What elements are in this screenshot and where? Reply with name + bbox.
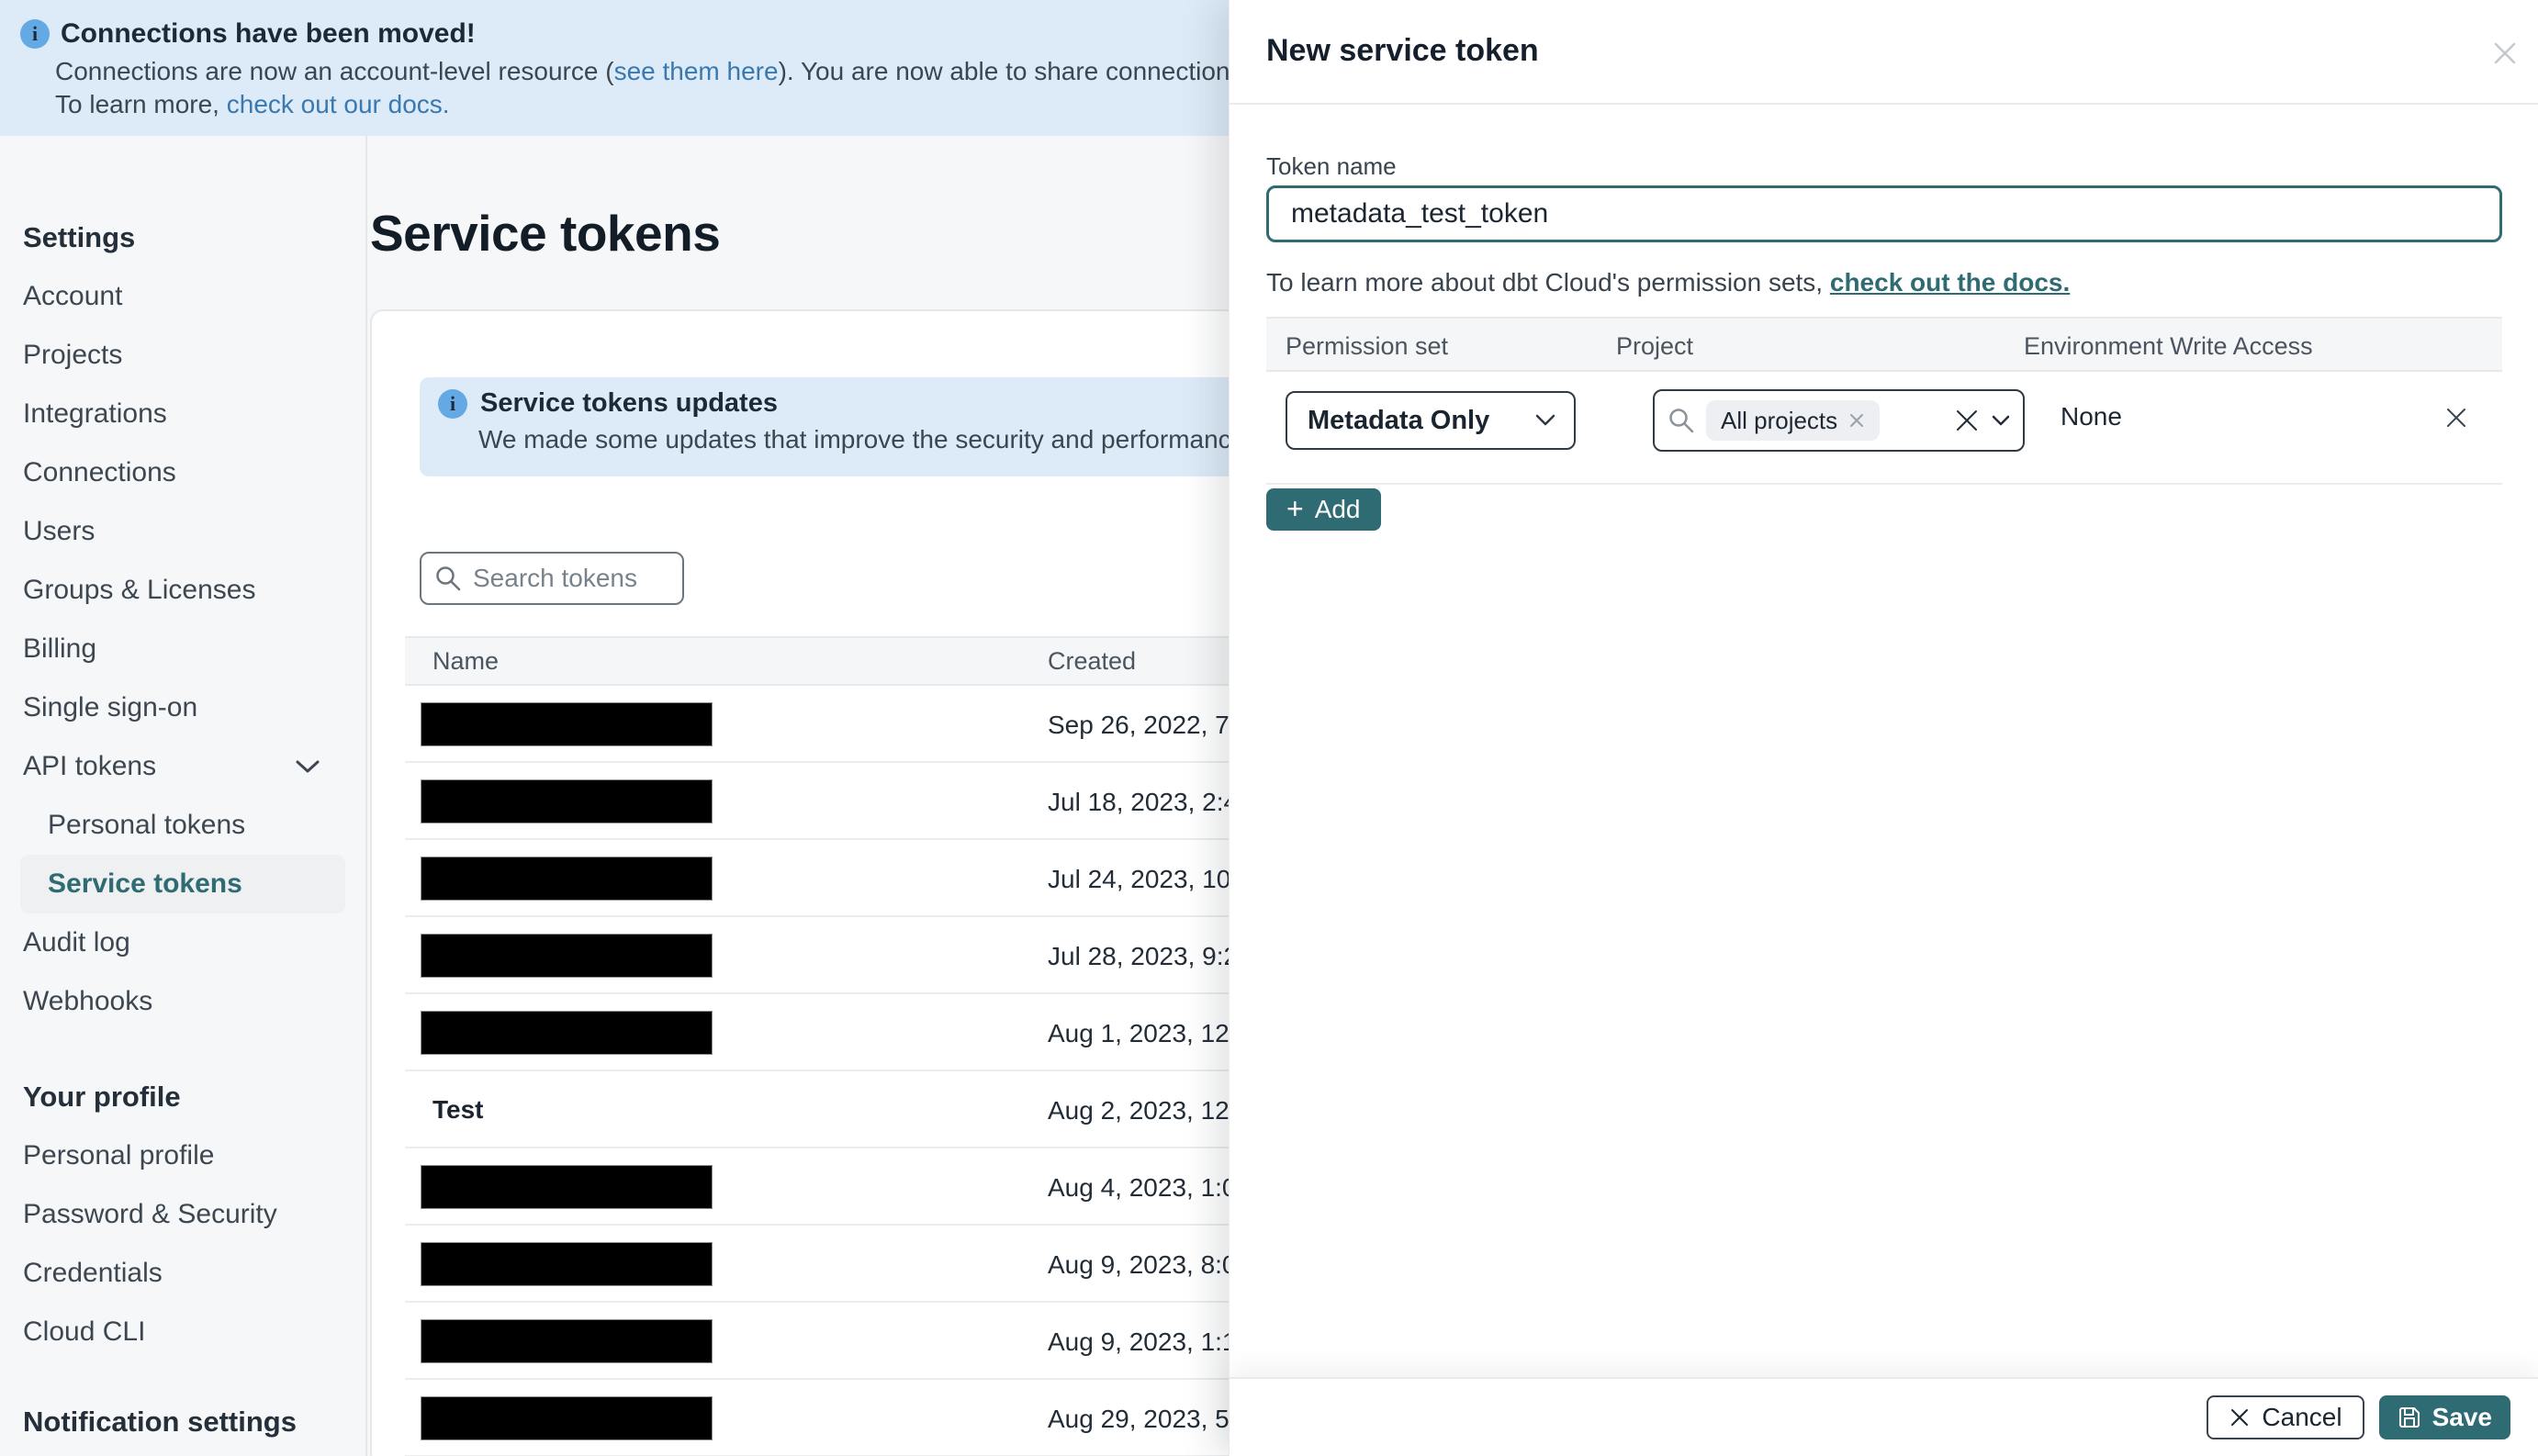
sidebar-item-cloud-cli[interactable]: Cloud CLI xyxy=(0,1303,365,1361)
chevron-down-icon[interactable] xyxy=(1992,415,2010,427)
all-projects-chip: All projects xyxy=(1706,400,1881,441)
redacted-token-name xyxy=(421,1011,713,1055)
banner-text: Connections are now an account-level res… xyxy=(55,57,614,85)
sidebar-item-api-tokens[interactable]: API tokens xyxy=(0,737,365,796)
app-window: i Connections have been moved! Connectio… xyxy=(0,0,2538,1456)
search-tokens-input[interactable] xyxy=(473,564,657,593)
project-column-header: Project xyxy=(1616,332,1694,360)
chevron-down-icon xyxy=(1535,414,1555,426)
search-icon xyxy=(436,566,461,591)
sidebar-item-personal-profile[interactable]: Personal profile xyxy=(0,1126,365,1185)
token-name: Test xyxy=(432,1095,484,1124)
delete-permission-row-button[interactable] xyxy=(2438,399,2475,436)
banner-text: To learn more, xyxy=(55,90,227,118)
save-icon xyxy=(2398,1407,2420,1428)
token-name-label: Token name xyxy=(1266,152,1397,180)
token-name-input[interactable] xyxy=(1266,185,2502,242)
redacted-token-name xyxy=(421,1165,713,1209)
sidebar-header-notification-settings: Notification settings xyxy=(23,1406,297,1438)
help-text: To learn more about dbt Cloud's permissi… xyxy=(1266,268,1830,297)
close-icon xyxy=(2231,1409,2249,1426)
sidebar-item-single-sign-on[interactable]: Single sign-on xyxy=(0,678,365,737)
drawer-title: New service token xyxy=(1266,33,1539,68)
chip-label: All projects xyxy=(1721,406,1838,434)
project-multiselect[interactable]: All projects xyxy=(1653,389,2025,452)
settings-sidebar: Settings Account Projects Integrations C… xyxy=(0,136,367,1456)
sidebar-item-connections[interactable]: Connections xyxy=(0,443,365,502)
redacted-token-name xyxy=(421,779,713,823)
drawer-footer: Cancel Save xyxy=(1230,1377,2538,1456)
chevron-down-icon xyxy=(296,760,320,773)
new-service-token-drawer: New service token Token name To learn mo… xyxy=(1229,0,2538,1456)
permission-set-column-header: Permission set xyxy=(1286,332,1449,360)
add-button-label: Add xyxy=(1314,495,1361,523)
updates-banner-title: Service tokens updates xyxy=(480,388,778,418)
sidebar-item-password-security[interactable]: Password & Security xyxy=(0,1185,365,1244)
sidebar-item-billing[interactable]: Billing xyxy=(0,620,365,678)
sidebar-header-your-profile: Your profile xyxy=(23,1081,181,1113)
add-permission-button[interactable]: + Add xyxy=(1266,488,1381,531)
drawer-header: New service token xyxy=(1230,0,2538,105)
sidebar-header-settings: Settings xyxy=(23,221,136,253)
cancel-button-label: Cancel xyxy=(2262,1403,2342,1431)
sidebar-item-projects[interactable]: Projects xyxy=(0,326,365,385)
save-button[interactable]: Save xyxy=(2378,1395,2510,1439)
close-drawer-button[interactable] xyxy=(2487,35,2523,72)
close-icon xyxy=(2447,409,2465,427)
remove-chip-icon[interactable] xyxy=(1848,412,1865,429)
redacted-token-name xyxy=(421,702,713,746)
info-icon: i xyxy=(438,388,467,419)
sidebar-item-integrations[interactable]: Integrations xyxy=(0,385,365,443)
permission-set-select[interactable]: Metadata Only xyxy=(1286,391,1576,450)
environment-write-access-value: None xyxy=(2061,402,2122,431)
redacted-token-name xyxy=(421,1319,713,1363)
sidebar-item-webhooks[interactable]: Webhooks xyxy=(0,972,365,1031)
sidebar-item-label: API tokens xyxy=(23,751,157,781)
see-them-here-link[interactable]: see them here xyxy=(614,57,779,85)
search-icon xyxy=(1669,409,1694,433)
name-column-header: Name xyxy=(432,646,500,675)
redacted-token-name xyxy=(421,1396,713,1440)
page-title: Service tokens xyxy=(370,205,721,262)
sidebar-item-users[interactable]: Users xyxy=(0,502,365,561)
permission-set-value: Metadata Only xyxy=(1308,405,1490,435)
search-tokens-box[interactable] xyxy=(420,552,684,605)
environment-write-access-column-header: Environment Write Access xyxy=(2024,332,2313,360)
redacted-token-name xyxy=(421,1242,713,1286)
permissions-table-header: Permission set Project Environment Write… xyxy=(1266,317,2502,372)
sidebar-item-groups-licenses[interactable]: Groups & Licenses xyxy=(0,561,365,620)
sidebar-item-audit-log[interactable]: Audit log xyxy=(0,913,365,972)
permission-help-text: To learn more about dbt Cloud's permissi… xyxy=(1266,268,2070,297)
permission-row: Metadata Only All projects None xyxy=(1266,372,2502,485)
info-icon: i xyxy=(20,19,50,49)
check-out-the-docs-link[interactable]: check out the docs. xyxy=(1830,268,2070,297)
banner-body-line2: To learn more, check out our docs. xyxy=(55,90,450,119)
close-icon xyxy=(2494,42,2516,64)
plus-icon: + xyxy=(1286,491,1304,525)
redacted-token-name xyxy=(421,934,713,978)
sidebar-item-credentials[interactable]: Credentials xyxy=(0,1244,365,1303)
check-our-docs-link[interactable]: check out our docs. xyxy=(227,90,450,118)
redacted-token-name xyxy=(421,857,713,901)
cancel-button[interactable]: Cancel xyxy=(2207,1395,2364,1439)
banner-title: Connections have been moved! xyxy=(61,18,476,49)
clear-selection-icon[interactable] xyxy=(1953,407,1981,434)
sidebar-item-service-tokens-active[interactable]: Service tokens xyxy=(20,855,345,913)
created-column-header: Created xyxy=(1048,646,1137,675)
sidebar-item-account[interactable]: Account xyxy=(0,267,365,326)
sidebar-item-personal-tokens[interactable]: Personal tokens xyxy=(0,796,365,855)
save-button-label: Save xyxy=(2431,1403,2492,1431)
